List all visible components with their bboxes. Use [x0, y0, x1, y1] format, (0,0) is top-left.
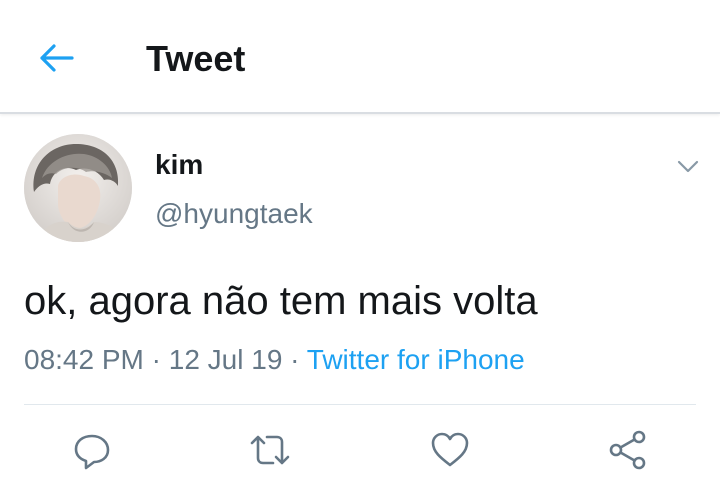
heart-icon	[431, 432, 469, 467]
avatar-photo	[24, 134, 132, 242]
tweet-meta: 08:42 PM · 12 Jul 19 · Twitter for iPhon…	[24, 343, 525, 377]
bottom-edge	[0, 492, 720, 502]
tweet-detail-screen: Tweet kim @hyungtaek ok, agora não tem m…	[0, 0, 720, 502]
avatar[interactable]	[24, 134, 132, 242]
like-button[interactable]	[428, 428, 472, 472]
chevron-down-icon	[677, 160, 699, 173]
tweet-source-link[interactable]: Twitter for iPhone	[307, 344, 525, 375]
tweet-date: 12 Jul 19	[168, 344, 283, 375]
share-button[interactable]	[606, 428, 650, 472]
share-icon	[609, 430, 646, 470]
page-title: Tweet	[146, 38, 246, 79]
top-app-bar: Tweet	[0, 0, 720, 114]
reply-button[interactable]	[70, 428, 114, 472]
tweet-menu-button[interactable]	[672, 152, 704, 180]
retweet-button[interactable]	[248, 428, 292, 472]
author-display-name[interactable]: kim	[155, 148, 203, 182]
back-button[interactable]	[32, 36, 80, 80]
divider	[24, 404, 696, 405]
tweet-text: ok, agora não tem mais volta	[24, 279, 538, 323]
arrow-left-icon	[40, 44, 74, 72]
meta-separator: ·	[290, 344, 300, 375]
reply-icon	[74, 434, 110, 470]
tweet-time: 08:42 PM	[24, 344, 144, 375]
author-handle[interactable]: @hyungtaek	[155, 197, 313, 231]
meta-separator: ·	[151, 344, 161, 375]
retweet-icon	[250, 435, 290, 465]
